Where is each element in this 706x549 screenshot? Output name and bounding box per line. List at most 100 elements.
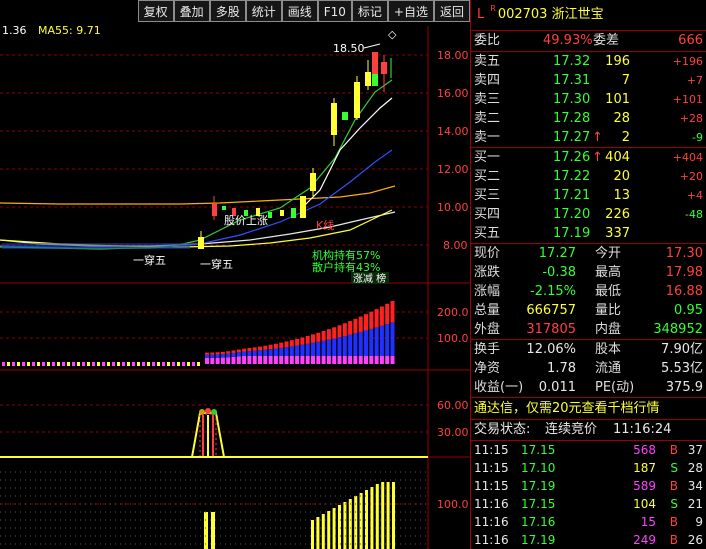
volume-bar [62,362,65,366]
volume-bar [17,362,20,366]
volume-bar [57,362,60,366]
volume-bar [192,362,195,366]
toolbar-button-statistics[interactable]: 统计 [245,0,282,22]
volume-bar [358,331,363,356]
volume-bar [147,362,150,366]
volume-bar [258,356,262,364]
volume-bar [242,351,247,356]
volume-bar [311,334,315,343]
stat-label-2: 股本 [595,342,622,357]
quote-stats: 现价 17.27 今开 17.30 涨跌 -0.38 最高 17.98 涨幅 -2.15% 最低 16… [471,244,706,340]
volume-bar [279,342,284,348]
level-price: 17.26 [553,150,591,165]
weibi-label: 委比 [474,33,501,48]
volume-bar [311,342,315,356]
tick-row: 11:16 17.15 104 S 21 [471,495,706,513]
weibi-value: 49.93% [543,33,593,48]
chart-canvas[interactable]: 18.00 16.00 14.00 12.00 10.00 8.00 200.0… [0,0,470,549]
volume-bar [273,348,278,356]
stat-label-1: 净资 [474,361,501,376]
volume-bar [358,356,363,364]
volume-bar [182,362,185,366]
volume-bar [348,334,353,356]
toolbar-button-overlay[interactable]: 叠加 [173,0,210,22]
ma-legend: 1.36 MA55: 9.71 [2,24,101,37]
volume-bar [72,362,75,366]
tick-volume: 104 [633,497,656,511]
tick-direction: B [669,443,678,457]
bottom-bar [211,512,215,549]
level-volume: 28 [613,111,630,126]
toolbar-button-draw-line[interactable]: 画线 [281,0,318,22]
toolbar-button-multi-stock[interactable]: 多股 [209,0,246,22]
volume-bar [284,356,289,364]
volume-bar [369,328,374,356]
toolbar-button-add-favorite[interactable]: +自选 [387,0,434,22]
level-delta: +7 [686,74,703,87]
weicha-value: 666 [678,33,703,48]
stat-row: 现价 17.27 今开 17.30 [471,244,706,263]
ask-levels: 卖五 17.32 196 +196 卖四 17.31 7 +7 卖三 17.30 101 +101 卖二… [471,52,706,148]
kline-label: K线 [316,218,334,232]
tick-row: 11:16 17.19 249 B 26 [471,531,706,549]
volume-bar [364,314,368,331]
kline-chart-area[interactable]: 18.00 16.00 14.00 12.00 10.00 8.00 200.0… [0,0,470,549]
volume-bar [263,356,268,364]
tick-time: 11:16 [474,533,509,547]
volume-bar [295,338,300,346]
level-price: 17.28 [553,111,591,126]
stat-value-1: 1.78 [547,361,576,376]
volume-bar [67,362,70,366]
volume-bar [279,356,284,364]
level-volume: 196 [605,54,630,69]
stat-label-1: 收益(一) [474,380,524,395]
price-axis: 18.00 16.00 14.00 12.00 10.00 8.00 200.0… [437,49,469,511]
toolbar-button-mark[interactable]: 标记 [351,0,388,22]
volume-bar [127,362,130,366]
volume-bar [364,356,368,364]
volume-bar [220,357,225,364]
volume-bar [295,356,300,364]
stat-label-1: 现价 [474,246,501,261]
level-price: 17.21 [553,188,591,203]
volume-bar [157,362,160,366]
level-volume: 7 [621,73,630,88]
tick-list[interactable]: 11:15 17.15 568 B 37 11:15 17.10 187 S 28 11:15 17.… [471,441,706,549]
tick-price: 17.10 [521,461,556,475]
level-label: 买二 [474,169,501,184]
volume-bar [263,349,268,356]
volume-bar [7,362,10,366]
volume-bar [205,358,209,364]
tick-price: 17.19 [521,533,556,547]
level-price: 17.31 [553,73,591,88]
tick-direction: S [670,497,678,511]
level-volume: 2 [621,130,630,145]
ask-level-row: 卖五 17.32 196 +196 [471,52,706,71]
tick-direction: B [669,533,678,547]
volume-bar [337,356,342,364]
promo-banner[interactable]: 通达信，仅需20元查看千档行情 [471,398,706,420]
toolbar-button-back[interactable]: 返回 [433,0,470,22]
volume-bar [353,318,358,334]
volume-bar [390,322,395,356]
volume-bar [205,354,209,358]
stat-value-1: 0.011 [538,380,576,395]
toolbar-button-restore-rights[interactable]: 复权 [137,0,174,22]
trade-status-value: 连续竞价 [545,422,598,437]
volume-bar [326,339,331,356]
level-volume: 337 [605,226,630,241]
volume-bar [247,348,252,352]
stock-mark: R [490,4,496,13]
volume-bar [167,362,170,366]
toolbar-button-f10[interactable]: F10 [317,0,352,22]
chart-toolbar: 复权 叠加 多股 统计 画线 F10 标记 +自选 返回 [0,0,470,24]
tick-row: 11:16 17.16 15 B 9 [471,513,706,531]
stat-row: 涨幅 -2.15% 最低 16.88 [471,282,706,301]
bottom-bar [359,493,363,549]
volume-bar [247,356,252,364]
volume-bar [220,351,225,355]
volume-bar [226,351,231,354]
volume-bar [321,356,326,364]
promo-text[interactable]: 通达信，仅需20元查看千档行情 [474,398,660,419]
volume-bar [2,362,5,366]
